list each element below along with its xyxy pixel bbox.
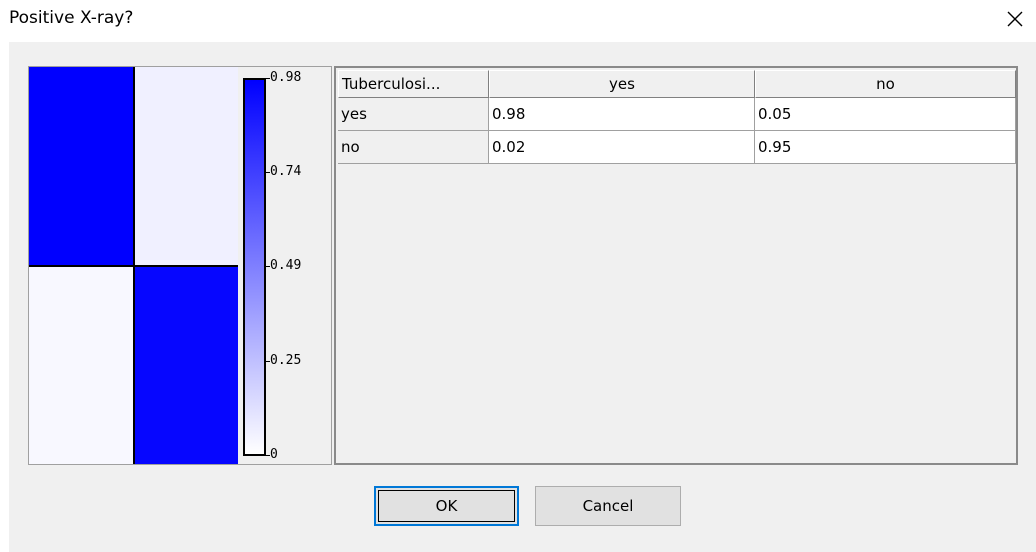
table-cell[interactable]: 0.02: [489, 131, 755, 164]
ok-button[interactable]: OK: [374, 486, 519, 526]
window-title: Positive X-ray?: [9, 8, 134, 28]
heatmap-cell-no-yes: [29, 266, 134, 464]
table-row-label: yes: [338, 98, 489, 131]
table-row-label: no: [338, 131, 489, 164]
table-cell[interactable]: 0.98: [489, 98, 755, 131]
colorbar-tick-label: 0: [270, 447, 278, 462]
heatmap-cell-yes-no: [134, 67, 238, 266]
table-header-cell[interactable]: no: [755, 70, 1016, 98]
heatmap-cell-no-no: [134, 266, 238, 464]
table-cell[interactable]: 0.05: [755, 98, 1016, 131]
table-cell[interactable]: 0.95: [755, 131, 1016, 164]
colorbar: [243, 78, 266, 456]
cancel-button[interactable]: Cancel: [535, 486, 681, 526]
table-header-cell[interactable]: Tuberculosi...: [338, 70, 489, 98]
colorbar-tick-label: 0.25: [270, 353, 302, 368]
heatmap-cell-yes-yes: [29, 67, 134, 266]
colorbar-tick-label: 0.49: [270, 258, 302, 273]
colorbar-tick-label: 0.98: [270, 70, 302, 85]
title-bar: Positive X-ray?: [0, 0, 1036, 42]
table-header-cell[interactable]: yes: [489, 70, 755, 98]
close-icon[interactable]: [1000, 4, 1030, 34]
heatmap-divider: [133, 67, 135, 464]
colorbar-tick-label: 0.74: [270, 164, 302, 179]
